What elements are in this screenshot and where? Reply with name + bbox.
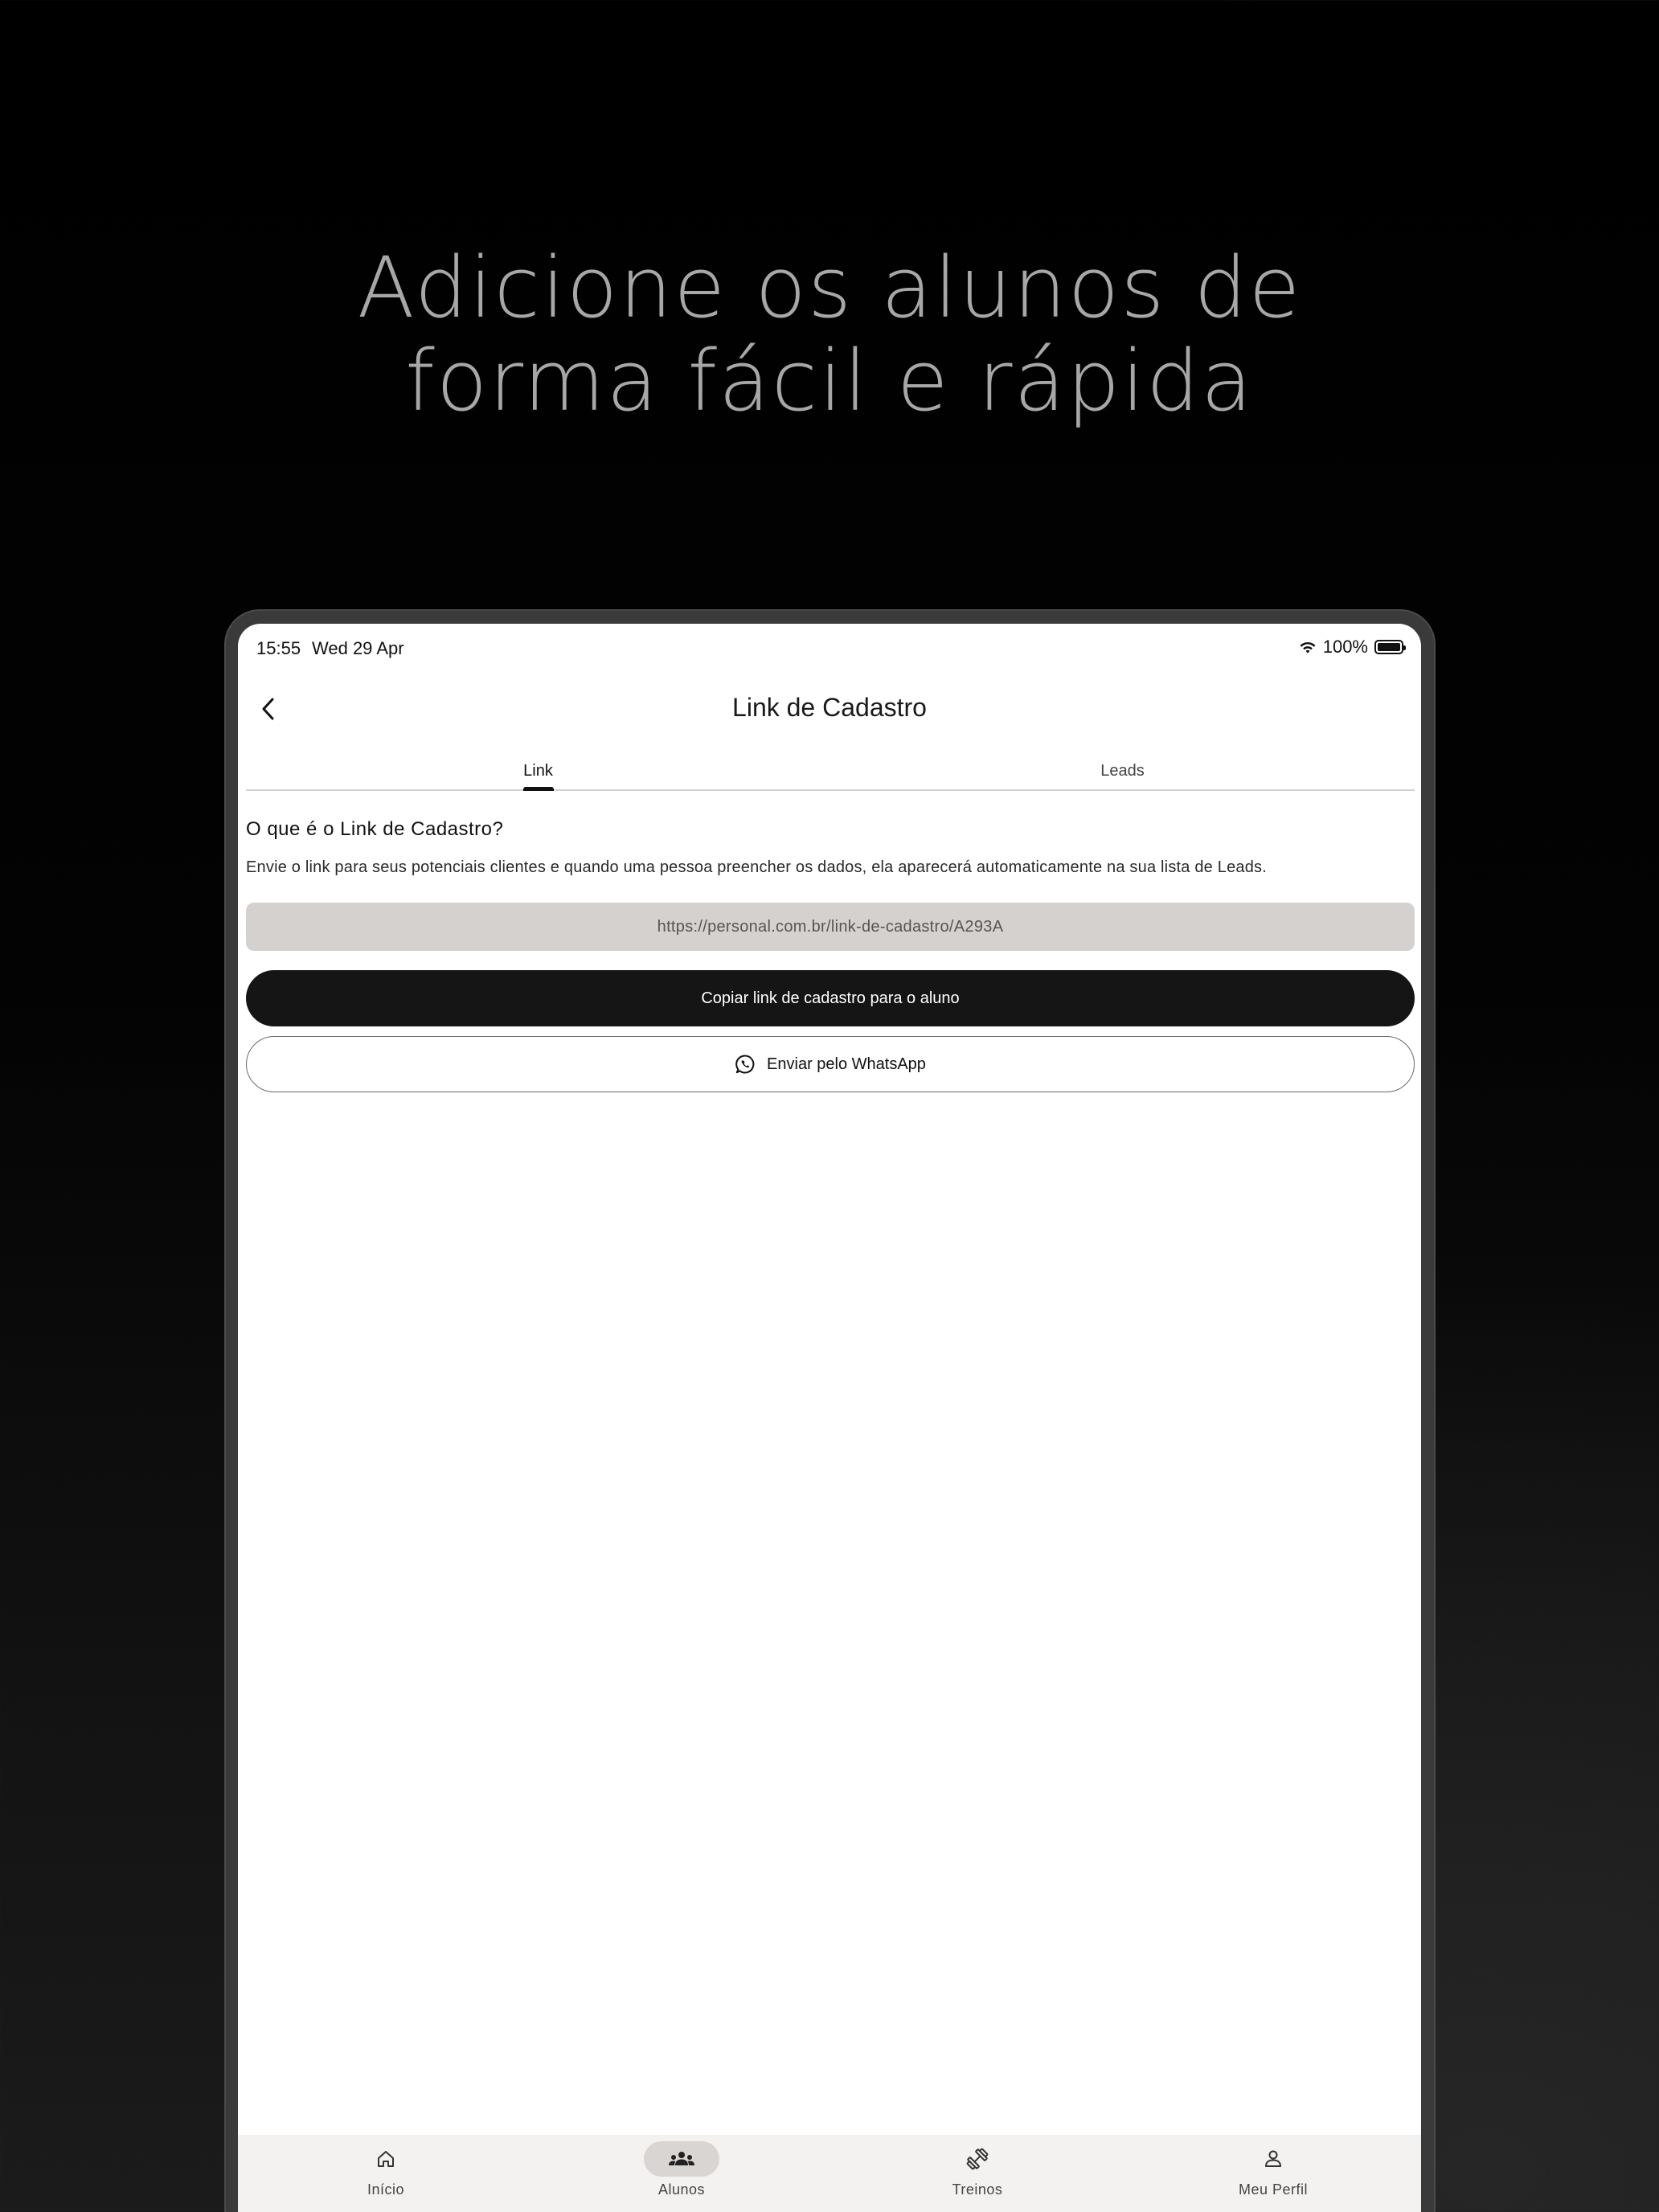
battery-icon xyxy=(1374,640,1406,654)
nav-label-inicio: Início xyxy=(367,2181,405,2198)
link-content: O que é o Link de Cadastro? Envie o link… xyxy=(246,818,1415,1092)
status-time: 15:55 xyxy=(256,638,301,658)
dumbbell-icon xyxy=(966,2148,989,2170)
copy-link-button-label: Copiar link de cadastro para o aluno xyxy=(701,989,960,1007)
tab-bar: Link Leads xyxy=(246,749,1415,791)
tab-link-label: Link xyxy=(523,762,553,780)
group-icon xyxy=(669,2152,694,2165)
tab-link[interactable]: Link xyxy=(246,749,830,791)
active-tab-indicator xyxy=(522,787,554,791)
nav-item-alunos[interactable]: Alunos xyxy=(534,2135,830,2212)
app-bar: Link de Cadastro xyxy=(238,672,1421,752)
nav-label-treinos: Treinos xyxy=(952,2181,1003,2198)
status-bar: 15:55 Wed 29 Apr 100% xyxy=(238,632,1421,664)
promo-headline-line1: Adicione os alunos de xyxy=(357,239,1302,337)
app-screen: 15:55 Wed 29 Apr 100% Link de Cadastro L… xyxy=(238,624,1421,2212)
nav-item-treinos[interactable]: Treinos xyxy=(830,2135,1125,2212)
status-date: Wed 29 Apr xyxy=(312,638,404,658)
section-description: Envie o link para seus potenciais client… xyxy=(246,858,1268,876)
whatsapp-icon xyxy=(735,1055,755,1074)
whatsapp-button[interactable]: Enviar pelo WhatsApp xyxy=(246,1036,1415,1092)
battery-percent: 100% xyxy=(1322,637,1368,657)
bottom-navigation: Início Alunos Treinos Meu Perfil xyxy=(238,2135,1421,2212)
section-title: O que é o Link de Cadastro? xyxy=(246,818,504,840)
promo-headline-line2: forma fácil e rápida xyxy=(405,332,1254,430)
promo-headline: Adicione os alunos de forma fácil e rápi… xyxy=(0,241,1659,428)
tab-leads[interactable]: Leads xyxy=(830,749,1415,789)
nav-label-meu-perfil: Meu Perfil xyxy=(1238,2181,1309,2198)
copy-link-button[interactable]: Copiar link de cadastro para o aluno xyxy=(246,970,1415,1026)
wifi-icon xyxy=(1300,641,1316,653)
nav-item-meu-perfil[interactable]: Meu Perfil xyxy=(1125,2135,1421,2212)
registration-link-field[interactable]: https://personal.com.br/link-de-cadastro… xyxy=(246,903,1415,951)
nav-label-alunos: Alunos xyxy=(657,2181,706,2198)
registration-link-value: https://personal.com.br/link-de-cadastro… xyxy=(657,917,1004,936)
whatsapp-button-label: Enviar pelo WhatsApp xyxy=(767,1055,926,1073)
home-icon xyxy=(378,2151,394,2167)
nav-item-inicio[interactable]: Início xyxy=(238,2135,534,2212)
person-icon xyxy=(1265,2150,1281,2167)
tab-leads-label: Leads xyxy=(1100,762,1145,780)
status-indicators: 100% xyxy=(1299,637,1406,657)
page-title: Link de Cadastro xyxy=(732,693,927,722)
